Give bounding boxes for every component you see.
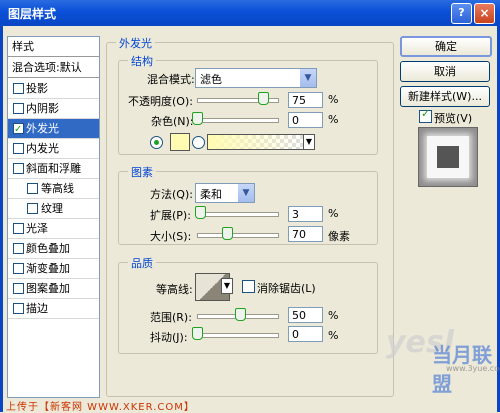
size-slider[interactable] <box>197 233 279 238</box>
sidebar-item[interactable]: 内发光 <box>8 139 99 159</box>
technique-label: 方法(Q): <box>150 188 193 201</box>
elements-title: 图素 <box>128 164 156 180</box>
quality-title: 品质 <box>128 255 156 271</box>
contour-label: 等高线: <box>156 283 193 296</box>
jitter-slider[interactable] <box>197 333 279 338</box>
sidebar-item-label: 内发光 <box>26 142 59 155</box>
sidebar-item-label: 描边 <box>26 302 48 315</box>
antialias-label: 消除锯齿(L) <box>257 282 316 295</box>
opacity-label: 不透明度(O): <box>128 95 193 108</box>
sidebar-item[interactable]: 内阴影 <box>8 99 99 119</box>
noise-label: 杂色(N): <box>151 115 194 128</box>
sidebar-item-label: 等高线 <box>41 182 74 195</box>
close-button[interactable]: × <box>474 3 495 24</box>
sidebar-item-label: 投影 <box>26 82 48 95</box>
spread-slider[interactable] <box>197 212 279 217</box>
range-slider-thumb[interactable] <box>235 308 246 321</box>
ok-button[interactable]: 确定 <box>400 36 492 57</box>
sidebar-item-label: 斜面和浮雕 <box>26 162 81 175</box>
noise-unit: % <box>328 113 339 126</box>
chevron-down-icon: ▼ <box>238 184 254 202</box>
sidebar-item-label: 光泽 <box>26 222 48 235</box>
opacity-unit: % <box>328 93 339 106</box>
size-label: 大小(S): <box>150 230 192 243</box>
sidebar-item[interactable]: 纹理 <box>8 199 99 219</box>
sidebar-item[interactable]: 等高线 <box>8 179 99 199</box>
sidebar-item-label: 颜色叠加 <box>26 242 70 255</box>
sidebar-item[interactable]: 图案叠加 <box>8 279 99 299</box>
sidebar-item[interactable]: 描边 <box>8 299 99 319</box>
range-unit: % <box>328 309 339 322</box>
sidebar-item[interactable]: 颜色叠加 <box>8 239 99 259</box>
sidebar-item[interactable]: 投影 <box>8 79 99 99</box>
technique-dropdown[interactable]: 柔和 ▼ <box>195 183 255 203</box>
spread-field[interactable]: 3 <box>288 206 323 222</box>
blend-mode-label: 混合模式: <box>147 73 195 86</box>
style-preview-thumbnail <box>418 127 478 187</box>
sidebar-item-checkbox[interactable] <box>13 283 24 294</box>
glow-color-swatch[interactable] <box>170 133 190 151</box>
preview-label: 预览(V) <box>434 112 473 125</box>
cancel-button[interactable]: 取消 <box>400 61 490 82</box>
solid-color-radio[interactable] <box>150 136 163 149</box>
gradient-dropdown-icon[interactable]: ▼ <box>303 134 315 150</box>
sidebar-item-checkbox[interactable] <box>13 243 24 254</box>
size-unit: 像素 <box>328 230 350 243</box>
styles-list: 样式 混合选项:默认 投影内阴影外发光内发光斜面和浮雕等高线纹理光泽颜色叠加渐变… <box>7 36 100 398</box>
jitter-unit: % <box>328 329 339 342</box>
sidebar-item-checkbox[interactable] <box>13 120 24 139</box>
help-button[interactable]: ? <box>451 3 472 24</box>
styles-header[interactable]: 样式 <box>8 37 99 57</box>
noise-slider-thumb[interactable] <box>192 112 203 125</box>
upload-caption: 上传于【新客网 WWW.XKER.COM】 <box>6 402 195 413</box>
noise-field[interactable]: 0 <box>288 112 323 128</box>
title-bar: 图层样式 ? × <box>0 0 500 26</box>
sidebar-item[interactable]: 光泽 <box>8 219 99 239</box>
preview-checkbox[interactable] <box>419 107 432 123</box>
noise-slider[interactable] <box>197 118 279 123</box>
sidebar-item[interactable]: 斜面和浮雕 <box>8 159 99 179</box>
spread-slider-thumb[interactable] <box>195 206 206 219</box>
range-label: 范围(R): <box>150 311 192 324</box>
sidebar-item-checkbox[interactable] <box>13 143 24 154</box>
opacity-slider-thumb[interactable] <box>258 92 269 105</box>
sidebar-item-label: 内阴影 <box>26 102 59 115</box>
sidebar-item-checkbox[interactable] <box>13 303 24 314</box>
range-field[interactable]: 50 <box>288 307 323 323</box>
chevron-down-icon: ▼ <box>300 69 316 87</box>
spread-unit: % <box>328 207 339 220</box>
contour-dropdown-icon[interactable]: ▼ <box>221 278 233 294</box>
sidebar-item-checkbox[interactable] <box>13 103 24 114</box>
sidebar-item-checkbox[interactable] <box>27 203 38 214</box>
sidebar-item-label: 渐变叠加 <box>26 262 70 275</box>
panel-title: 外发光 <box>116 35 155 51</box>
window-title: 图层样式 <box>8 7 57 21</box>
gradient-picker[interactable] <box>207 134 304 150</box>
sidebar-item-checkbox[interactable] <box>13 263 24 274</box>
blend-mode-dropdown[interactable]: 滤色 ▼ <box>195 68 317 88</box>
sidebar-item-checkbox[interactable] <box>13 223 24 234</box>
spread-label: 扩展(P): <box>150 209 191 222</box>
structure-title: 结构 <box>128 53 156 69</box>
sidebar-item[interactable]: 外发光 <box>8 119 99 139</box>
sidebar-item-label: 外发光 <box>26 122 59 135</box>
watermark-url: www.3yue.com <box>446 364 500 373</box>
gradient-radio[interactable] <box>192 136 205 149</box>
antialias-checkbox[interactable] <box>242 280 255 293</box>
sidebar-item-label: 图案叠加 <box>26 282 70 295</box>
jitter-slider-thumb[interactable] <box>192 327 203 340</box>
sidebar-item[interactable]: 渐变叠加 <box>8 259 99 279</box>
sidebar-item-checkbox[interactable] <box>13 163 24 174</box>
size-field[interactable]: 70 <box>288 226 323 242</box>
jitter-label: 抖动(J): <box>150 331 188 344</box>
sidebar-item-checkbox[interactable] <box>27 183 38 194</box>
jitter-field[interactable]: 0 <box>288 326 323 342</box>
size-slider-thumb[interactable] <box>222 227 233 240</box>
new-style-button[interactable]: 新建样式(W)... <box>400 86 490 107</box>
blending-options-item[interactable]: 混合选项:默认 <box>8 58 99 78</box>
opacity-field[interactable]: 75 <box>288 92 323 108</box>
sidebar-item-checkbox[interactable] <box>13 83 24 94</box>
sidebar-item-label: 纹理 <box>41 202 63 215</box>
